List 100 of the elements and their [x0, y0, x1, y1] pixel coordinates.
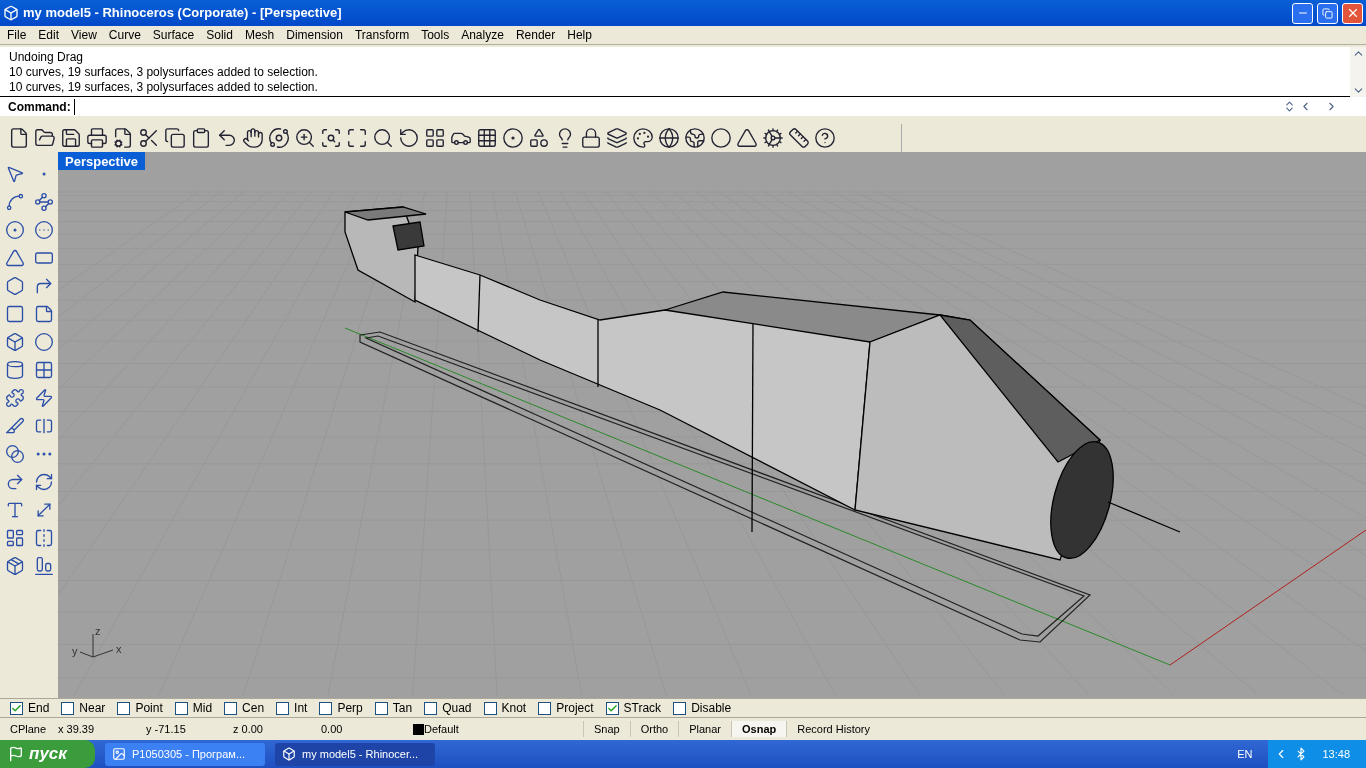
array-icon[interactable] — [4, 528, 25, 548]
menu-item[interactable]: Help — [561, 26, 598, 44]
minimize-button[interactable] — [1292, 2, 1313, 24]
boolean-icon[interactable] — [4, 444, 25, 464]
checkbox[interactable] — [276, 701, 290, 715]
osnap-label: Tan — [392, 700, 413, 717]
mesh-plane-icon[interactable] — [33, 360, 54, 380]
window-title: my model5 - Rhinoceros (Corporate) - [Perspective] — [23, 4, 343, 23]
status-toggle[interactable]: Snap — [583, 720, 630, 738]
osnap-label: Quad — [442, 700, 472, 717]
print-icon[interactable] — [86, 127, 108, 149]
target-icon[interactable] — [502, 127, 524, 149]
hand-icon[interactable] — [242, 127, 264, 149]
circle-icon[interactable] — [4, 220, 25, 240]
axis-gizmo-icon — [79, 633, 114, 658]
checkbox[interactable] — [673, 701, 687, 715]
status-toggle[interactable]: Record History — [786, 720, 880, 738]
status-toggle[interactable]: Ortho — [629, 720, 679, 738]
axis-label: y — [72, 645, 78, 657]
start-button[interactable]: пуск — [0, 740, 95, 768]
menu-item[interactable]: Curve — [102, 26, 147, 44]
check-icon — [606, 702, 618, 714]
checkbox[interactable] — [117, 701, 131, 715]
checkbox[interactable] — [319, 701, 333, 715]
puzzle-icon[interactable] — [4, 388, 25, 408]
osnap-label: Point — [135, 700, 163, 717]
checkbox[interactable] — [424, 701, 438, 715]
undo-icon[interactable] — [216, 127, 238, 149]
language-indicator[interactable]: EN — [1237, 745, 1253, 763]
copy-icon[interactable] — [164, 127, 186, 149]
status-toggle[interactable]: Osnap — [731, 720, 787, 738]
checkbox[interactable] — [483, 701, 497, 715]
up-down-icon[interactable] — [1283, 100, 1296, 113]
x-coordinate: x 39.39 — [58, 721, 96, 737]
layer-color-swatch[interactable] — [413, 723, 424, 735]
help-icon[interactable] — [814, 127, 836, 149]
checkbox[interactable] — [605, 701, 619, 715]
app-icon — [282, 747, 296, 761]
clock: 13:48 — [1322, 746, 1350, 762]
menu-item[interactable]: Render — [509, 26, 562, 44]
menu-item[interactable]: Transform — [348, 26, 416, 44]
menu-item[interactable]: Edit — [32, 26, 66, 44]
menu-item[interactable]: Solid — [200, 26, 239, 44]
block-icon[interactable] — [4, 556, 25, 576]
app-icon — [3, 5, 19, 21]
checkbox[interactable] — [538, 701, 552, 715]
menu-item[interactable]: Analyze — [455, 26, 510, 44]
checkbox[interactable] — [61, 701, 75, 715]
orbit-icon[interactable] — [268, 127, 290, 149]
checkbox[interactable] — [10, 701, 23, 715]
new-file-icon[interactable] — [8, 127, 30, 149]
grid-icon[interactable] — [476, 127, 498, 149]
four-viewports-icon[interactable] — [424, 127, 446, 149]
checkbox[interactable] — [174, 701, 188, 715]
command-label: Command: — [8, 98, 71, 116]
dimension-icon[interactable] — [788, 127, 810, 149]
polyline-icon[interactable] — [4, 192, 25, 212]
lock-icon[interactable] — [580, 127, 602, 149]
rotate-view-icon[interactable] — [398, 127, 420, 149]
check-icon — [11, 702, 22, 714]
distance-value: 0.00 — [321, 721, 344, 737]
sphere-icon[interactable] — [658, 127, 680, 149]
layers-icon[interactable] — [606, 127, 628, 149]
zoom-selected-icon[interactable] — [372, 127, 394, 149]
osnap-label: Near — [79, 700, 106, 717]
paste-icon[interactable] — [190, 127, 212, 149]
menu-item[interactable]: Surface — [146, 26, 201, 44]
restore-icon — [1322, 7, 1333, 19]
viewport-tab[interactable]: Perspective — [58, 152, 145, 170]
menu-item[interactable]: Tools — [415, 26, 456, 44]
document-icon[interactable] — [112, 127, 134, 149]
close-button[interactable] — [1342, 2, 1363, 24]
split-icon[interactable] — [33, 416, 54, 436]
ball-icon[interactable] — [710, 127, 732, 149]
open-folder-icon[interactable] — [34, 127, 56, 149]
menu-item[interactable]: Dimension — [280, 26, 349, 44]
box-icon[interactable] — [4, 332, 25, 352]
scrollbar[interactable] — [1350, 47, 1366, 97]
gear-icon[interactable] — [762, 127, 784, 149]
zoom-in-icon[interactable] — [294, 127, 316, 149]
shapes-icon[interactable] — [528, 127, 550, 149]
zoom-extents-icon[interactable] — [346, 127, 368, 149]
osnap-label: End — [28, 700, 50, 717]
cut-icon[interactable] — [138, 127, 160, 149]
menu-item[interactable]: Mesh — [238, 26, 281, 44]
taskbar-button[interactable]: P1050305 - Програм... — [105, 742, 265, 766]
zoom-window-icon[interactable] — [320, 127, 342, 149]
checkbox[interactable] — [374, 701, 388, 715]
restore-button[interactable] — [1317, 2, 1338, 24]
taskbar-button[interactable]: my model5 - Rhinocer... — [275, 742, 435, 766]
checkbox[interactable] — [224, 701, 238, 715]
cylinder-icon[interactable] — [4, 360, 25, 380]
menu-item[interactable]: View — [65, 26, 103, 44]
save-icon[interactable] — [60, 127, 82, 149]
menu-item[interactable]: File — [1, 26, 33, 44]
osnap-label: Int — [294, 700, 308, 717]
cplane-label: CPlane — [9, 721, 48, 737]
osnap-label: Disable — [691, 700, 732, 717]
polygon-icon[interactable] — [4, 276, 25, 296]
layer-name[interactable]: Default — [424, 720, 459, 738]
